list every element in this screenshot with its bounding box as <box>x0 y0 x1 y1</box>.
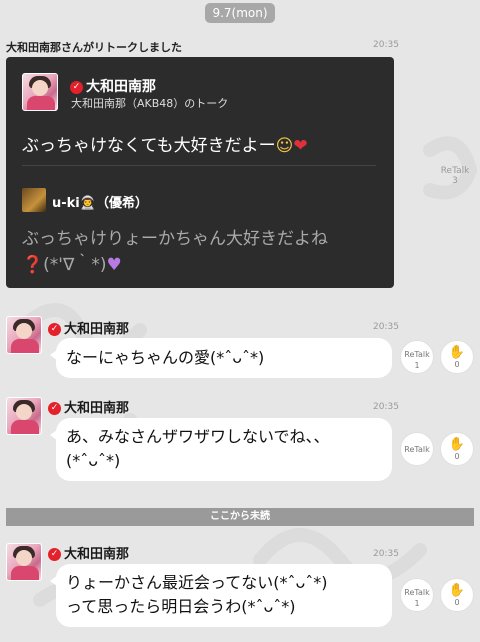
message-sender-name: ✓ 大和田南那 <box>48 397 129 416</box>
message-time: 20:35 <box>373 322 399 332</box>
message-sender-name: ✓ 大和田南那 <box>48 318 129 337</box>
reply-avatar <box>22 188 46 212</box>
reply-message: ぶっちゃけりょーかちゃん大好きだよね ❓(*'∇｀*)♥ <box>22 229 328 275</box>
sender-avatar[interactable] <box>6 397 42 435</box>
card-talk-subtitle: 大和田南那（AKB48）のトーク <box>71 97 229 110</box>
verified-check-icon: ✓ <box>70 80 83 94</box>
clap-icon: ✋ <box>448 345 466 360</box>
card-message: ぶっちゃけなくても大好きだよー☺❤ <box>22 136 308 156</box>
clap-icon: ✋ <box>448 583 466 598</box>
reply-sender-name: u-ki👨‍🚀（優希） <box>52 196 148 211</box>
retalk-button[interactable]: ReTalk 1 <box>400 340 434 374</box>
message-bubble[interactable]: あ、みなさんザワザワしないでね、、 (*ˆᴗˆ*) <box>50 418 392 481</box>
heart-emoji: ❤ <box>293 136 308 156</box>
message-bubble[interactable]: りょーかさん最近会ってない(*ˆᴗˆ*) って思ったら明日会うわ(*ˆᴗˆ*) <box>50 564 392 627</box>
clap-button[interactable]: ✋ 0 <box>440 578 474 612</box>
question-emoji: ❓ <box>22 255 44 275</box>
smile-emoji: ☺ <box>275 136 294 156</box>
sender-avatar[interactable] <box>6 316 42 354</box>
message-time: 20:35 <box>373 402 399 412</box>
purple-heart-emoji: ♥ <box>106 255 122 275</box>
verified-check-icon: ✓ <box>48 323 61 336</box>
card-divider <box>22 165 376 166</box>
message-sender-name: ✓ 大和田南那 <box>48 543 129 562</box>
card-avatar[interactable] <box>22 73 58 111</box>
clap-icon: ✋ <box>448 437 466 452</box>
verified-check-icon: ✓ <box>48 548 61 561</box>
message-bubble[interactable]: なーにゃちゃんの愛(*ˆᴗˆ*) <box>50 338 392 378</box>
card-sender-name: ✓ 大和田南那 <box>70 76 156 96</box>
unread-divider: ここから未読 <box>6 508 474 526</box>
card-retalk-counter[interactable]: ReTalk 3 <box>435 166 475 186</box>
retalk-notice: 大和田南那さんがリトークしました <box>6 41 182 54</box>
clap-button[interactable]: ✋ 0 <box>440 340 474 374</box>
message-time: 20:35 <box>373 549 399 559</box>
clap-button[interactable]: ✋ 0 <box>440 432 474 466</box>
sender-avatar[interactable] <box>6 543 42 581</box>
date-separator: 9.7(mon) <box>205 3 275 23</box>
verified-check-icon: ✓ <box>48 402 61 415</box>
retalk-button[interactable]: ReTalk <box>400 432 434 466</box>
retalk-button[interactable]: ReTalk 1 <box>400 578 434 612</box>
retalk-notice-time: 20:35 <box>373 40 399 50</box>
